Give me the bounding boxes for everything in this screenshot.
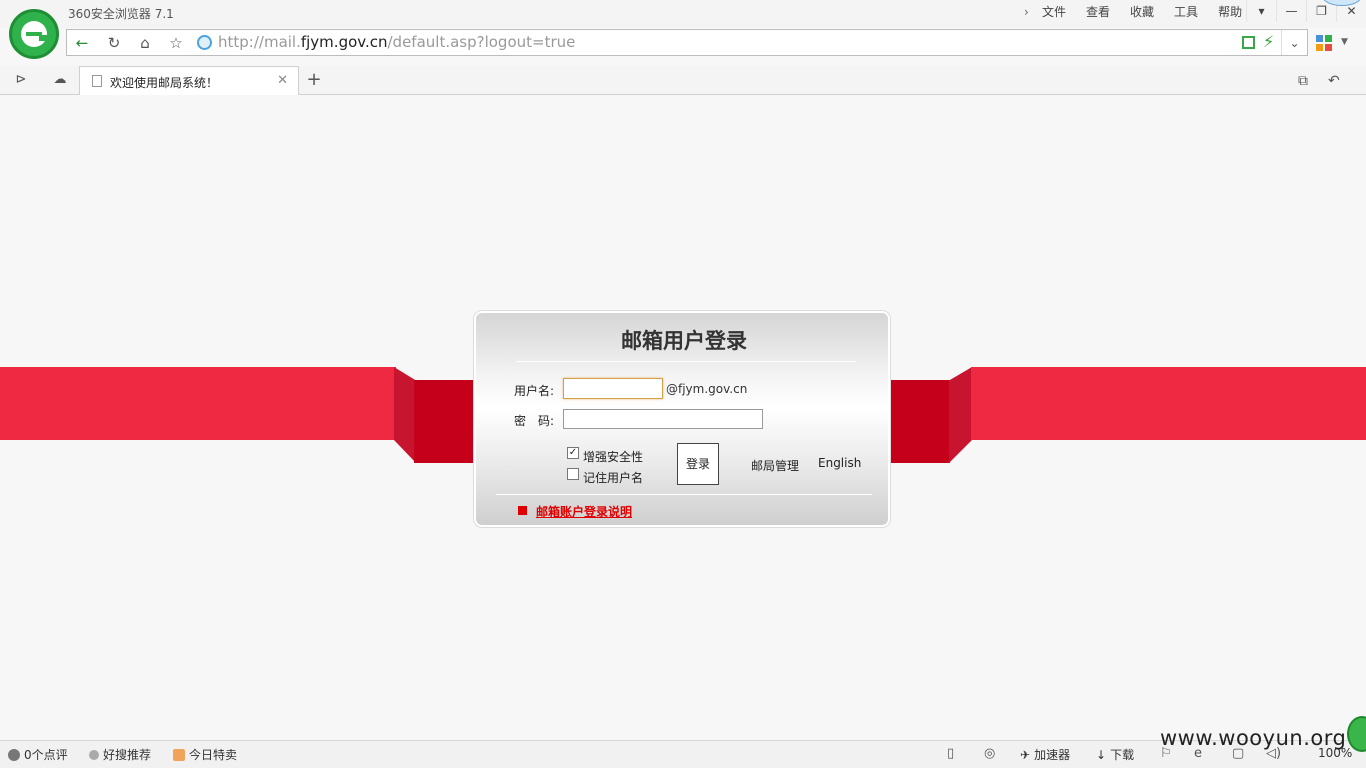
gift-icon xyxy=(173,748,185,761)
menu-view[interactable]: 查看 xyxy=(1076,4,1120,20)
divider xyxy=(516,361,856,362)
download-icon: ↓ xyxy=(1096,747,1107,762)
tab-title: 欢迎使用邮局系统！ xyxy=(110,76,219,90)
tab-bar: ⊳ ☁ 欢迎使用邮局系统！ ✕ + ⧉ ↶ xyxy=(0,66,1366,95)
skin-icon[interactable]: ▾ xyxy=(1246,0,1276,22)
enhance-security-checkbox[interactable]: ✓ xyxy=(567,447,579,459)
site-globe-icon xyxy=(197,35,212,50)
accelerator-label: 加速器 xyxy=(1034,748,1071,762)
comment-icon xyxy=(8,748,20,761)
ribbon-right xyxy=(971,367,1366,440)
menu-tools[interactable]: 工具 xyxy=(1164,4,1208,20)
tab-active[interactable]: 欢迎使用邮局系统！ ✕ xyxy=(79,66,299,95)
deals-label: 今日特卖 xyxy=(189,748,238,762)
browser-logo-icon[interactable] xyxy=(9,9,59,59)
cloud-icon[interactable]: ☁ xyxy=(50,72,70,90)
chevron-down-icon[interactable]: ⌄ xyxy=(1281,30,1307,55)
reviews-label: 0个点评 xyxy=(24,748,68,762)
ribbon-left-fold xyxy=(394,367,416,463)
undo-close-icon[interactable]: ↶ xyxy=(1328,73,1340,89)
recommend-item[interactable]: 好搜推荐 xyxy=(89,746,151,763)
tab-list-icon[interactable]: ⧉ xyxy=(1298,73,1308,89)
recommend-icon xyxy=(89,749,99,760)
apps-caret-icon[interactable]: ▼ xyxy=(1341,37,1348,47)
qr-code-icon[interactable] xyxy=(1242,36,1255,49)
apps-grid-icon[interactable] xyxy=(1316,35,1332,51)
square-bullet-icon xyxy=(518,506,527,515)
divider xyxy=(496,494,872,495)
menu-favorites[interactable]: 收藏 xyxy=(1120,4,1164,20)
home-icon[interactable]: ⌂ xyxy=(134,33,156,53)
minimize-button[interactable]: — xyxy=(1276,0,1306,22)
remember-username-checkbox[interactable] xyxy=(567,468,579,480)
english-link[interactable]: English xyxy=(818,456,861,470)
mail-domain: @fjym.gov.cn xyxy=(666,382,748,396)
reviews-item[interactable]: 0个点评 xyxy=(8,746,68,763)
remember-username-label: 记住用户名 xyxy=(583,471,644,485)
sidebar-toggle-icon[interactable]: ⊳ xyxy=(11,72,31,90)
ribbon-left-inner xyxy=(414,380,474,463)
ribbon-right-inner xyxy=(890,380,950,463)
username-input[interactable] xyxy=(563,378,663,399)
menu-bar: › 文件 查看 收藏 工具 帮助 xyxy=(1020,4,1252,20)
menu-file[interactable]: 文件 xyxy=(1032,4,1076,20)
mobile-icon[interactable]: ▯ xyxy=(947,746,954,761)
watermark: www.wooyun.org xyxy=(1160,726,1347,750)
recommend-label: 好搜推荐 xyxy=(103,748,152,762)
new-tab-button[interactable]: + xyxy=(304,70,324,90)
username-label: 用户名: xyxy=(514,384,555,398)
close-tab-icon[interactable]: ✕ xyxy=(277,73,288,88)
address-bar: ← ↻ ⌂ ☆ http://mail.fjym.gov.cn/default.… xyxy=(66,29,1308,56)
download-item[interactable]: ↓ 下载 xyxy=(1096,746,1134,763)
download-label: 下载 xyxy=(1110,748,1135,762)
login-panel: 邮箱用户登录 用户名: @fjym.gov.cn 密 码: ✓ 增强安全性 记住… xyxy=(474,311,890,527)
login-button[interactable]: 登录 xyxy=(677,443,719,485)
enhance-security-label: 增强安全性 xyxy=(583,450,644,464)
login-title: 邮箱用户登录 xyxy=(621,329,747,353)
lightning-icon[interactable]: ⚡ xyxy=(1263,32,1274,51)
refresh-icon[interactable]: ↻ xyxy=(103,33,125,53)
password-input[interactable] xyxy=(563,409,763,429)
star-icon[interactable]: ☆ xyxy=(165,33,187,53)
title-bar: 360安全浏览器 7.1 › 文件 查看 收藏 工具 帮助 ▾ — ❐ ✕ xyxy=(0,0,1366,28)
admin-link[interactable]: 邮局管理 xyxy=(751,457,799,474)
rocket-icon: ✈ xyxy=(1020,747,1031,762)
accelerator-item[interactable]: ✈ 加速器 xyxy=(1020,746,1070,763)
ribbon-right-fold xyxy=(949,367,972,463)
login-help-link[interactable]: 邮箱账户登录说明 xyxy=(536,503,632,520)
deals-item[interactable]: 今日特卖 xyxy=(173,746,237,763)
ribbon-left xyxy=(0,367,396,440)
app-title: 360安全浏览器 7.1 xyxy=(68,7,174,21)
password-label: 密 码: xyxy=(514,414,555,428)
url-input[interactable]: http://mail.fjym.gov.cn/default.asp?logo… xyxy=(218,33,575,51)
back-arrow-icon[interactable]: ← xyxy=(71,33,93,53)
page-icon xyxy=(92,75,102,87)
speedometer-icon[interactable]: ◎ xyxy=(984,746,995,761)
chevron-right-icon[interactable]: › xyxy=(1020,4,1032,20)
